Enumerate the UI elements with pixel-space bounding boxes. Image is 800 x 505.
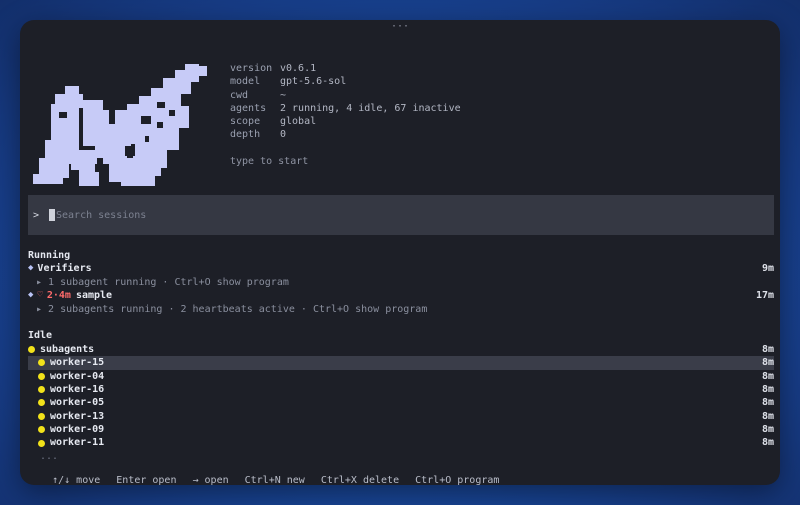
idle-dot-icon xyxy=(38,412,45,420)
hint-delete: Ctrl+X delete xyxy=(320,475,400,485)
worker-name: worker-13 xyxy=(50,410,105,422)
group-time: 8m xyxy=(761,343,774,355)
worker-row[interactable]: worker-05 8m xyxy=(28,396,774,409)
session-row-verifiers[interactable]: ◆ Verifiers 9m xyxy=(28,262,774,275)
info-cwd: cwd ~ xyxy=(230,89,287,101)
info-model: model gpt-5.6-sol xyxy=(230,76,347,88)
keybinding-footer: ↑/↓ move Enter open → open Ctrl+N new Ctrl+X… xyxy=(28,464,515,485)
worker-row[interactable]: worker-16 8m xyxy=(28,383,774,396)
hint-new: Ctrl+N new xyxy=(244,475,305,485)
worker-time: 8m xyxy=(761,383,774,395)
session-info: version v0.6.1 model gpt-5.6-sol cwd ~ agen… xyxy=(230,62,461,168)
text-cursor xyxy=(49,209,55,221)
heart-icon: ♡ xyxy=(37,290,43,301)
worker-time: 8m xyxy=(761,424,774,436)
hint-arrow-open: → open xyxy=(192,475,229,485)
session-time: 17m xyxy=(755,290,774,302)
hint-program: Ctrl+O program xyxy=(415,475,500,485)
worker-row[interactable]: worker-09 8m xyxy=(28,423,774,436)
worker-row[interactable]: worker-04 8m xyxy=(28,370,774,383)
idle-dot-icon xyxy=(38,372,45,380)
info-depth: depth 0 xyxy=(230,129,287,141)
search-input[interactable] xyxy=(56,209,656,221)
pixel-logo xyxy=(33,64,207,186)
idle-dot-icon xyxy=(38,439,45,447)
diamond-icon: ◆ xyxy=(28,290,34,301)
worker-time: 8m xyxy=(761,357,774,369)
idle-dot-icon xyxy=(38,359,45,367)
worker-name: worker-05 xyxy=(50,397,105,409)
worker-time: 8m xyxy=(761,410,774,422)
session-detail: ▸ 2 subagents running · 2 heartbeats act… xyxy=(36,303,428,315)
info-version: version v0.6.1 xyxy=(230,63,317,74)
session-name: sample xyxy=(75,290,113,302)
section-title-idle: Idle xyxy=(28,330,53,342)
worker-name: worker-09 xyxy=(50,424,105,436)
start-hint: type to start xyxy=(230,155,309,167)
prompt-chevron: > xyxy=(33,209,40,221)
worker-row[interactable]: worker-13 8m xyxy=(28,410,774,423)
search-bar[interactable]: > xyxy=(28,195,774,235)
session-row-sample[interactable]: ◆ ♡ 2·4m sample 17m xyxy=(28,289,774,302)
worker-name: worker-11 xyxy=(50,437,105,449)
worker-name: worker-16 xyxy=(50,383,105,395)
section-title-running: Running xyxy=(28,250,71,261)
worker-name: worker-15 xyxy=(50,357,105,369)
idle-dot-icon xyxy=(38,386,45,394)
info-scope: scope global xyxy=(230,116,317,128)
idle-dot-icon xyxy=(28,345,35,353)
idle-dot-icon xyxy=(38,399,45,407)
hint-enter-open: Enter open xyxy=(116,475,177,485)
worker-time: 8m xyxy=(761,370,774,382)
session-name: Verifiers xyxy=(37,263,92,275)
worker-row[interactable]: worker-11 8m xyxy=(28,436,774,449)
worker-time: 8m xyxy=(761,397,774,409)
worker-row[interactable]: worker-15 8m xyxy=(28,356,774,370)
heartbeat-badge: 2·4m xyxy=(46,290,71,302)
window-drag-handle[interactable]: ··· xyxy=(20,22,780,32)
group-row-subagents[interactable]: subagents 8m xyxy=(28,343,774,356)
worker-time: 8m xyxy=(761,437,774,449)
worker-name: worker-04 xyxy=(50,370,105,382)
session-list: Running ◆ Verifiers 9m ▸ 1 subagent runn… xyxy=(28,249,774,463)
idle-dot-icon xyxy=(38,426,45,434)
group-name: subagents xyxy=(40,343,95,355)
hint-move: ↑/↓ move xyxy=(52,475,101,485)
terminal-window: ··· version v0.6.1 model gpt-5.6-sol cwd… xyxy=(20,20,780,485)
diamond-icon: ◆ xyxy=(28,263,34,274)
session-detail: ▸ 1 subagent running · Ctrl+O show progr… xyxy=(36,276,289,288)
more-indicator: ... xyxy=(40,450,59,462)
session-time: 9m xyxy=(761,263,774,275)
info-agents: agents 2 running, 4 idle, 67 inactive xyxy=(230,102,461,114)
